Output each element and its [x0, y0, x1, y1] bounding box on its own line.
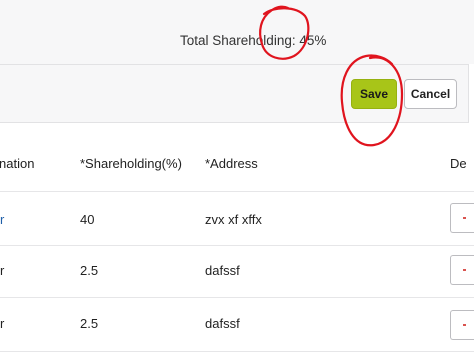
- action-bar: [0, 64, 469, 123]
- row-divider: [0, 245, 474, 246]
- column-header-shareholding: *Shareholding(%): [80, 156, 182, 171]
- row-3-address: dafssf: [205, 316, 240, 331]
- row-1-address: zvx xf xffx: [205, 212, 262, 227]
- row-2-delete-button[interactable]: [450, 255, 474, 285]
- total-shareholding-text: Total Shareholding: 45%: [180, 33, 327, 48]
- row-3-shareholding: 2.5: [80, 316, 99, 331]
- row-3-delete-button[interactable]: [450, 310, 474, 340]
- column-header-delete: De: [450, 156, 467, 171]
- row-3-name-link[interactable]: r: [0, 316, 4, 331]
- row-1-name-link[interactable]: r: [0, 212, 4, 227]
- row-divider: [0, 191, 474, 192]
- row-1-delete-button[interactable]: [450, 203, 474, 233]
- column-header-nation: nation: [0, 156, 35, 171]
- total-shareholding-bar: Total Shareholding: 45%: [0, 0, 474, 64]
- delete-icon: [463, 217, 466, 219]
- row-divider: [0, 297, 474, 298]
- row-2-name-link[interactable]: r: [0, 263, 4, 278]
- delete-icon: [463, 324, 466, 326]
- row-divider: [0, 351, 474, 352]
- cancel-button[interactable]: Cancel: [404, 79, 457, 109]
- column-header-address: *Address: [205, 156, 258, 171]
- row-2-address: dafssf: [205, 263, 240, 278]
- save-button[interactable]: Save: [351, 79, 397, 109]
- row-2-shareholding: 2.5: [80, 263, 99, 278]
- row-1-shareholding: 40: [80, 212, 95, 227]
- delete-icon: [463, 269, 466, 271]
